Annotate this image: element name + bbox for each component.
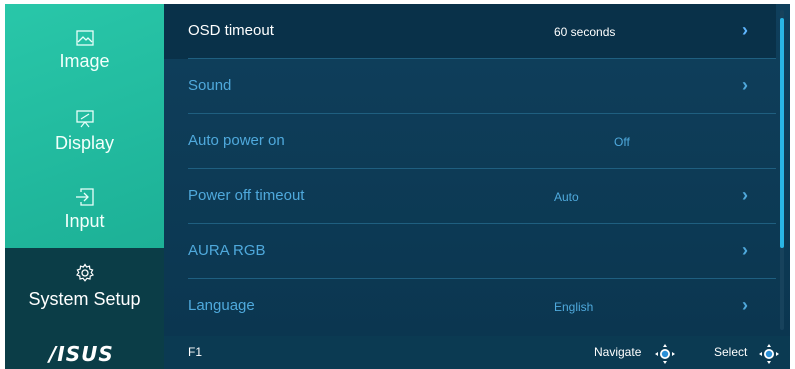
menu-row-power-off-timeout[interactable]: Power off timeout Auto › xyxy=(164,169,776,224)
menu-row-label: Sound xyxy=(188,77,232,94)
menu-row-auto-power-on[interactable]: Auto power on Off xyxy=(164,114,776,169)
gear-icon xyxy=(75,263,94,282)
footer-bar: F1 Navigate Select xyxy=(164,336,790,369)
menu-row-label: Auto power on xyxy=(188,132,285,149)
menu-row-value: 60 seconds xyxy=(554,25,616,39)
settings-menu: OSD timeout 60 seconds › Sound › Auto po… xyxy=(164,4,790,336)
menu-row-osd-timeout[interactable]: OSD timeout 60 seconds › xyxy=(164,4,776,59)
asus-logo: /ISUS xyxy=(49,342,114,366)
brand-bar: /ISUS xyxy=(5,336,164,369)
menu-row-label: OSD timeout xyxy=(188,22,274,39)
chevron-right-icon: › xyxy=(742,75,748,95)
navigate-label: Navigate xyxy=(594,345,642,359)
menu-row-label: Language xyxy=(188,297,255,314)
sidebar-item-image[interactable]: Image xyxy=(5,30,164,90)
menu-row-value: Off xyxy=(614,135,630,149)
joystick-select-icon xyxy=(759,344,779,364)
image-icon xyxy=(75,30,94,46)
chevron-right-icon: › xyxy=(742,185,748,205)
menu-row-value: Auto xyxy=(554,190,579,204)
chevron-right-icon: › xyxy=(742,240,748,260)
chevron-right-icon: › xyxy=(742,295,748,315)
sidebar-item-label: Display xyxy=(54,133,115,153)
chevron-right-icon: › xyxy=(742,20,748,40)
select-label: Select xyxy=(714,345,748,359)
menu-row-label: AURA RGB xyxy=(188,242,266,259)
menu-row-value: English xyxy=(554,300,594,314)
joystick-navigate-icon xyxy=(655,344,675,364)
menu-row-label: Power off timeout xyxy=(188,187,305,204)
sidebar-item-label: System Setup xyxy=(28,289,141,309)
menu-row-language[interactable]: Language English › xyxy=(164,279,776,334)
display-icon xyxy=(75,110,94,128)
menu-row-aura-rgb[interactable]: AURA RGB › xyxy=(164,224,776,279)
osd-window: Image Display Input System Setup /ISUS O… xyxy=(5,4,790,369)
sidebar-item-input[interactable]: Input xyxy=(5,188,164,248)
sidebar-item-system-setup[interactable]: System Setup xyxy=(5,248,164,336)
f1-key-label: F1 xyxy=(188,345,203,359)
input-icon xyxy=(75,188,94,206)
sidebar-item-label: Image xyxy=(59,51,110,71)
sidebar-item-display[interactable]: Display xyxy=(5,110,164,170)
sidebar: Image Display Input System Setup /ISUS xyxy=(5,4,164,369)
scrollbar-thumb[interactable] xyxy=(780,18,784,248)
menu-row-sound[interactable]: Sound › xyxy=(164,59,776,114)
sidebar-item-label: Input xyxy=(64,211,105,231)
